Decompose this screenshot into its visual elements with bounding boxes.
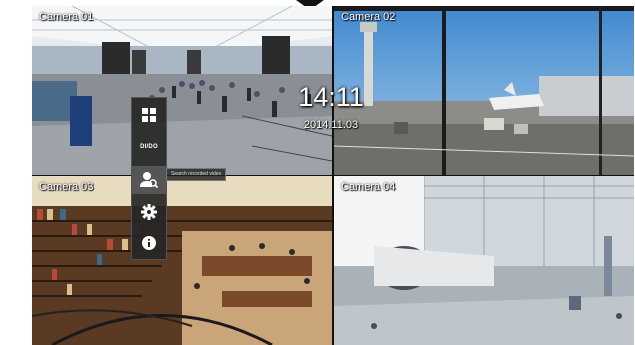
camera-tile-02[interactable]: Camera 02 [334,6,634,175]
camera-01-feed [32,6,332,175]
camera-tile-01[interactable]: Camera 01 [32,6,332,175]
camera-04-feed [334,176,634,345]
camera-02-feed [334,6,634,175]
info-button[interactable] [132,229,166,257]
settings-button[interactable] [132,198,166,226]
camera-tile-04[interactable]: Camera 04 [334,176,634,345]
camera-label: Camera 01 [39,11,94,23]
search-button[interactable] [132,166,166,194]
camera-grid: Camera 01 Camera 02 Camera 03 Camera 04 [32,6,634,345]
di-do-icon: DI/DO [140,144,158,150]
layout-grid-icon [142,108,156,122]
clock-date: 2014.11.03 [303,119,359,131]
camera-tile-03[interactable]: Camera 03 [32,176,332,345]
clock-time: 14:11 [298,82,364,112]
layout-button[interactable] [132,101,166,129]
di-do-button[interactable]: DI/DO [132,133,166,161]
user-search-icon [140,172,158,189]
search-tooltip: Search recorded video [166,168,227,181]
camera-label: Camera 04 [341,181,396,193]
camera-03-feed [32,176,332,345]
gear-icon [141,204,157,220]
camera-label: Camera 03 [39,181,94,193]
quick-menu: DI/DO [131,97,167,260]
camera-label: Camera 02 [341,11,396,23]
info-icon [142,236,156,250]
